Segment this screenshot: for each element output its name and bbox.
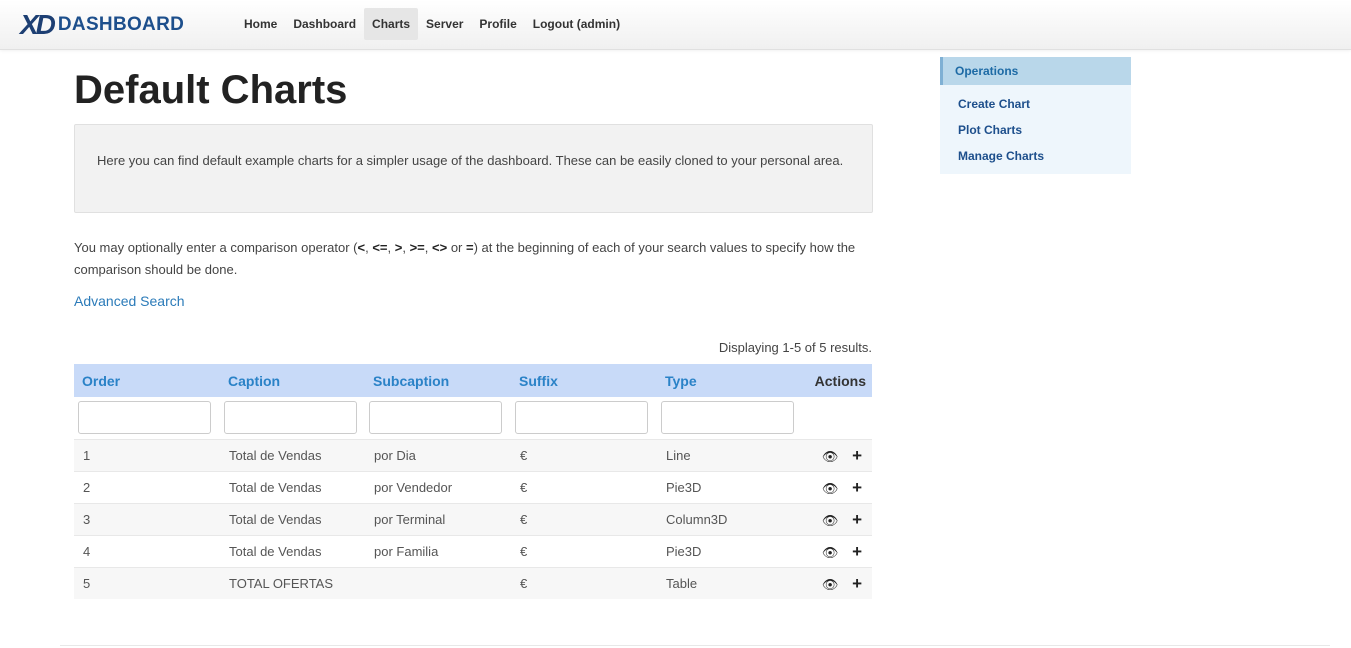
- nav-logout[interactable]: Logout (admin): [525, 8, 628, 40]
- cell-suffix: €: [511, 502, 657, 535]
- filter-cell-type: [657, 397, 802, 439]
- filter-cell-caption: [220, 397, 365, 439]
- filter-caption-input[interactable]: [224, 401, 357, 435]
- filter-subcaption-input[interactable]: [369, 401, 502, 435]
- cell-order: 4: [74, 534, 220, 567]
- grid-header-row: Order Caption Subcaption Suffix Type Act…: [74, 364, 872, 397]
- op-ne: <>: [432, 240, 448, 255]
- filter-cell-actions: [802, 397, 872, 439]
- nav-charts[interactable]: Charts: [364, 8, 419, 40]
- cell-subcaption: por Terminal: [365, 502, 511, 535]
- col-subcaption[interactable]: Subcaption: [365, 364, 511, 397]
- col-order[interactable]: Order: [74, 364, 220, 397]
- table-row: 5 TOTAL OFERTAS € Table 👁 +: [74, 566, 872, 599]
- advanced-search-link[interactable]: Advanced Search: [74, 293, 185, 309]
- nav-server[interactable]: Server: [418, 8, 471, 40]
- hint-before: You may optionally enter a comparison op…: [74, 240, 358, 255]
- cell-type: Column3D: [657, 502, 802, 535]
- brand-logo[interactable]: XD DASHBOARD: [20, 11, 184, 39]
- nav-dashboard[interactable]: Dashboard: [285, 8, 364, 40]
- cell-caption: Total de Vendas: [220, 534, 365, 567]
- plot-charts-link[interactable]: Plot Charts: [940, 117, 1131, 143]
- cell-suffix: €: [511, 470, 657, 503]
- cell-order: 1: [74, 438, 220, 471]
- sidebar-links: Create Chart Plot Charts Manage Charts: [940, 85, 1131, 169]
- intro-box: Here you can find default example charts…: [74, 124, 873, 213]
- col-actions: Actions: [802, 364, 872, 397]
- table-row: 1 Total de Vendas por Dia € Line 👁 +: [74, 438, 872, 471]
- cell-actions: 👁 +: [802, 566, 872, 599]
- navbar: XD DASHBOARD Home Dashboard Charts Serve…: [0, 0, 1351, 50]
- cell-suffix: €: [511, 438, 657, 471]
- main-nav: Home Dashboard Charts Server Profile Log…: [236, 8, 628, 40]
- cell-caption: Total de Vendas: [220, 502, 365, 535]
- footer-divider: [60, 645, 1330, 646]
- table-row: 2 Total de Vendas por Vendedor € Pie3D 👁…: [74, 470, 872, 503]
- filter-row: [74, 397, 872, 439]
- op-lt: <: [357, 240, 366, 255]
- cell-subcaption: por Familia: [365, 534, 511, 567]
- cell-suffix: €: [511, 566, 657, 599]
- create-chart-link[interactable]: Create Chart: [940, 91, 1131, 117]
- cell-suffix: €: [511, 534, 657, 567]
- plus-icon[interactable]: +: [852, 511, 862, 528]
- col-caption[interactable]: Caption: [220, 364, 365, 397]
- cell-actions: 👁 +: [802, 502, 872, 535]
- op-ge: >=: [409, 240, 425, 255]
- cell-actions: 👁 +: [802, 470, 872, 503]
- cell-actions: 👁 +: [802, 438, 872, 471]
- nav-profile[interactable]: Profile: [471, 8, 524, 40]
- operations-sidebar: Operations Create Chart Plot Charts Mana…: [940, 57, 1131, 174]
- filter-cell-subcaption: [365, 397, 511, 439]
- eye-icon[interactable]: 👁: [822, 482, 839, 495]
- eye-icon[interactable]: 👁: [822, 514, 839, 527]
- brand-text: DASHBOARD: [57, 14, 185, 35]
- cell-subcaption: [365, 566, 511, 599]
- cell-subcaption: por Dia: [365, 438, 511, 471]
- filter-cell-suffix: [511, 397, 657, 439]
- search-hint: You may optionally enter a comparison op…: [74, 240, 856, 277]
- cell-caption: TOTAL OFERTAS: [220, 566, 365, 599]
- sidebar-title: Operations: [940, 57, 1131, 85]
- plus-icon[interactable]: +: [852, 575, 862, 592]
- cell-order: 5: [74, 566, 220, 599]
- eye-icon[interactable]: 👁: [822, 450, 839, 463]
- cell-order: 2: [74, 470, 220, 503]
- cell-type: Pie3D: [657, 470, 802, 503]
- table-row: 4 Total de Vendas por Familia € Pie3D 👁 …: [74, 534, 872, 567]
- eye-icon[interactable]: 👁: [822, 578, 839, 591]
- eye-icon[interactable]: 👁: [822, 546, 839, 559]
- nav-home[interactable]: Home: [236, 8, 285, 40]
- plus-icon[interactable]: +: [852, 543, 862, 560]
- op-eq: =: [466, 240, 474, 255]
- results-summary: Displaying 1-5 of 5 results.: [718, 340, 872, 355]
- col-type[interactable]: Type: [657, 364, 802, 397]
- table-row: 3 Total de Vendas por Terminal € Column3…: [74, 502, 872, 535]
- cell-subcaption: por Vendedor: [365, 470, 511, 503]
- filter-cell-order: [74, 397, 220, 439]
- cell-order: 3: [74, 502, 220, 535]
- plus-icon[interactable]: +: [852, 479, 862, 496]
- charts-grid: Order Caption Subcaption Suffix Type Act…: [74, 364, 872, 599]
- manage-charts-link[interactable]: Manage Charts: [940, 143, 1131, 169]
- op-gt: >: [394, 240, 403, 255]
- brand-mark: XD: [20, 9, 56, 40]
- filter-type-input[interactable]: [661, 401, 794, 435]
- cell-type: Pie3D: [657, 534, 802, 567]
- intro-text: Here you can find default example charts…: [97, 153, 844, 168]
- page-title: Default Charts: [74, 68, 348, 112]
- cell-type: Line: [657, 438, 802, 471]
- cell-caption: Total de Vendas: [220, 438, 365, 471]
- cell-actions: 👁 +: [802, 534, 872, 567]
- plus-icon[interactable]: +: [852, 447, 862, 464]
- op-le: <=: [372, 240, 388, 255]
- filter-order-input[interactable]: [78, 401, 211, 435]
- col-suffix[interactable]: Suffix: [511, 364, 657, 397]
- filter-suffix-input[interactable]: [515, 401, 648, 435]
- cell-type: Table: [657, 566, 802, 599]
- cell-caption: Total de Vendas: [220, 470, 365, 503]
